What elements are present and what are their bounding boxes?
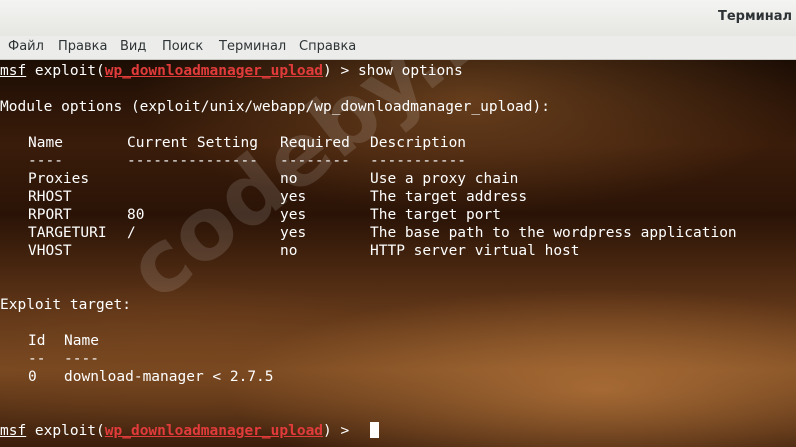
prompt-line-2: msf exploit(wp_downloadmanager_upload) > [0, 422, 358, 440]
module-options-header: Module options (exploit/unix/webapp/wp_d… [0, 99, 550, 115]
option-name: VHOST [28, 243, 72, 259]
menu-edit[interactable]: Правка [58, 39, 107, 54]
option-description: The target address [370, 189, 528, 205]
option-required: no [280, 243, 298, 259]
terminal-window: Терминал Файл Правка Вид Поиск Терминал … [0, 0, 796, 447]
option-description: The base path to the wordpress applicati… [370, 225, 737, 241]
prompt-prefix: exploit( [26, 63, 105, 79]
dash-required: -------- [280, 153, 350, 169]
col-header-required: Required [280, 135, 350, 151]
option-description: The target port [370, 207, 501, 223]
dash-name: ---- [28, 153, 63, 169]
target-dash-name: ---- [64, 351, 99, 367]
menu-file[interactable]: Файл [8, 39, 44, 54]
option-required: yes [280, 225, 307, 241]
title-bar: Терминал [0, 0, 796, 36]
option-required: no [280, 171, 298, 187]
menu-search[interactable]: Поиск [162, 39, 203, 54]
option-setting: 80 [127, 207, 145, 223]
col-header-name: Name [28, 135, 63, 151]
menu-view[interactable]: Вид [120, 39, 146, 54]
window-title: Терминал [717, 9, 792, 24]
target-id: 0 [28, 369, 37, 385]
dash-setting: --------------- [127, 153, 258, 169]
text-cursor [370, 422, 379, 438]
target-name: download-manager < 2.7.5 [64, 369, 274, 385]
msf-label: msf [0, 423, 27, 439]
prompt-suffix: ) > [323, 63, 358, 79]
menu-bar: Файл Правка Вид Поиск Терминал Справка [0, 36, 796, 60]
option-setting: / [127, 225, 136, 241]
option-name: TARGETURI [28, 225, 107, 241]
module-name: wp_downloadmanager_upload [104, 423, 324, 439]
col-header-setting: Current Setting [127, 135, 258, 151]
option-description: Use a proxy chain [370, 171, 519, 187]
col-header-description: Description [370, 135, 467, 151]
prompt-line-1: msf exploit(wp_downloadmanager_upload) >… [0, 62, 463, 80]
exploit-target-header: Exploit target: [0, 297, 131, 313]
target-header-id: Id [28, 333, 46, 349]
dash-description: ----------- [370, 153, 467, 169]
command-text: show options [357, 63, 463, 79]
target-dash-id: -- [28, 351, 46, 367]
option-description: HTTP server virtual host [370, 243, 580, 259]
msf-label: msf [0, 63, 27, 79]
prompt-prefix: exploit( [26, 423, 105, 439]
option-name: RHOST [28, 189, 72, 205]
target-header-name: Name [64, 333, 99, 349]
option-name: Proxies [28, 171, 90, 187]
menu-terminal[interactable]: Терминал [219, 39, 286, 54]
module-name: wp_downloadmanager_upload [104, 63, 324, 79]
terminal-output[interactable]: codeby.net msf exploit(wp_downloadmanage… [0, 60, 796, 447]
option-name: RPORT [28, 207, 72, 223]
prompt-suffix: ) > [323, 423, 358, 439]
option-required: yes [280, 189, 307, 205]
option-required: yes [280, 207, 307, 223]
menu-help[interactable]: Справка [299, 39, 356, 54]
